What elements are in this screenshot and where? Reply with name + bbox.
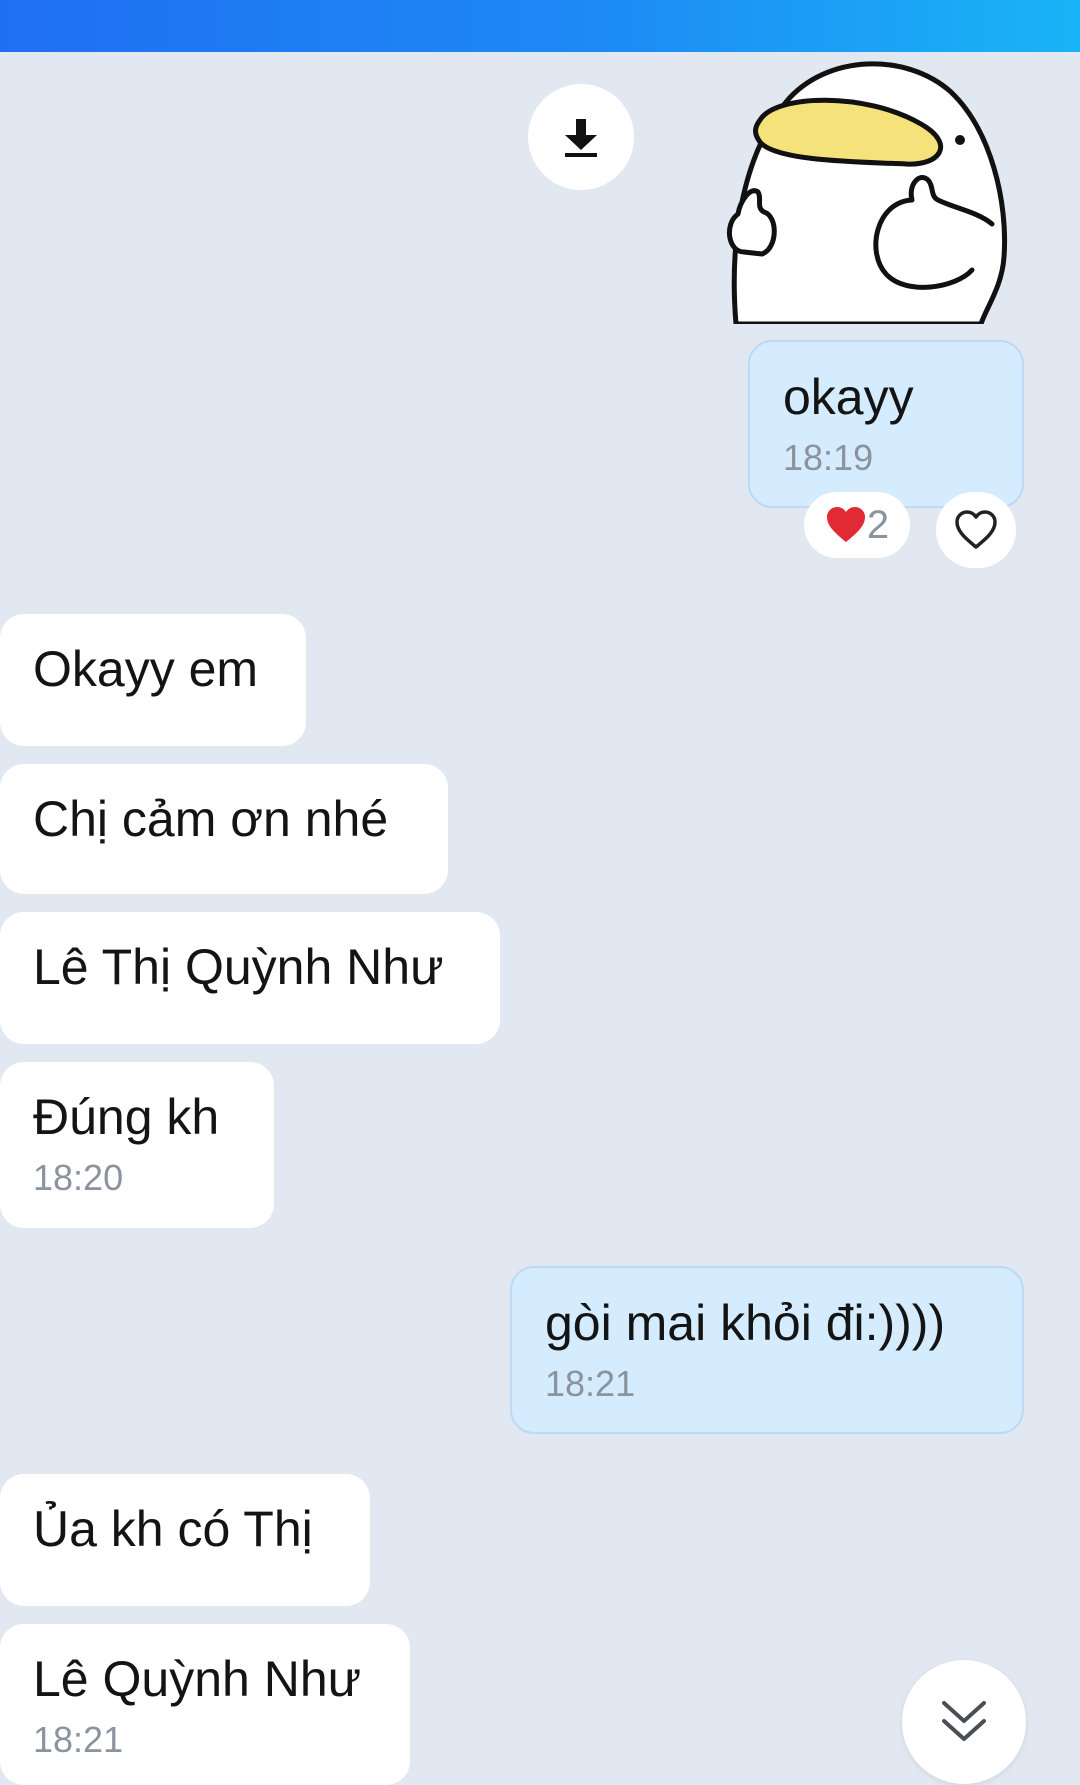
duck-sticker[interactable] (716, 52, 1016, 327)
message-time: 18:19 (783, 437, 874, 478)
message-time: 18:20 (33, 1157, 124, 1198)
message-text: Okayy em (33, 641, 259, 697)
duck-thumbs-up-sticker-image (727, 61, 1008, 327)
message-text: okayy (783, 369, 914, 425)
scroll-to-bottom-button[interactable] (902, 1660, 1026, 1784)
message-time: 18:21 (33, 1719, 124, 1760)
header-bar (0, 0, 1080, 52)
heart-icon (826, 507, 865, 542)
reaction-summary[interactable]: 2 (804, 492, 910, 558)
message-bubble-received[interactable]: Đúng kh 18:20 (0, 1062, 274, 1228)
message-text: Ủa kh có Thị (33, 1501, 313, 1557)
message-bubble-received[interactable]: Okayy em (0, 614, 306, 746)
message-bubble-received[interactable]: Lê Quỳnh Như 18:21 (0, 1624, 410, 1785)
message-bubble-received[interactable]: Chị cảm ơn nhé (0, 764, 448, 894)
message-bubble-sent[interactable]: okayy 18:19 (748, 340, 1024, 508)
double-chevron-down-icon (942, 1701, 986, 1741)
heart-outline-icon (955, 510, 997, 549)
message-text: Lê Quỳnh Như (33, 1651, 362, 1707)
message-text: gòi mai khỏi đi:)))) (545, 1295, 946, 1351)
message-text: Chị cảm ơn nhé (33, 791, 389, 847)
download-icon (565, 119, 597, 157)
message-bubble-received[interactable]: Lê Thị Quỳnh Như (0, 912, 500, 1044)
message-bubble-received[interactable]: Ủa kh có Thị (0, 1474, 370, 1606)
reaction-count: 2 (866, 502, 890, 547)
message-time: 18:21 (545, 1363, 636, 1404)
download-button[interactable] (528, 84, 634, 190)
message-bubble-sent[interactable]: gòi mai khỏi đi:)))) 18:21 (510, 1266, 1024, 1434)
message-text: Lê Thị Quỳnh Như (33, 939, 444, 995)
react-button[interactable] (936, 492, 1016, 568)
message-text: Đúng kh (33, 1089, 220, 1145)
